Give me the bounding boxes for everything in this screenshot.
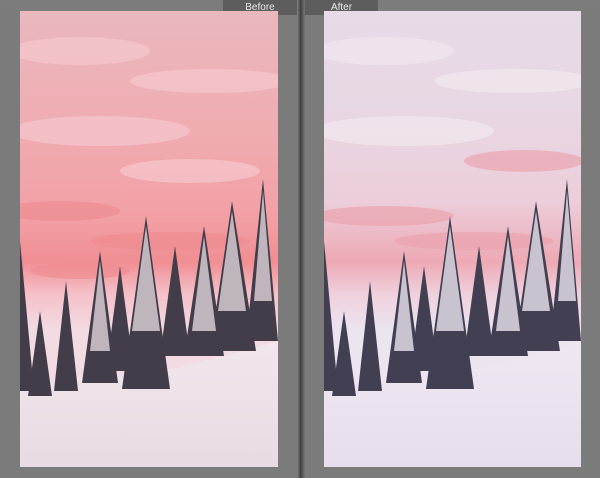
after-photo[interactable] <box>324 11 581 467</box>
before-photo[interactable] <box>20 11 278 467</box>
before-photo-image <box>20 11 278 467</box>
compare-view: Before After <box>0 0 600 478</box>
after-photo-image <box>324 11 581 467</box>
split-divider[interactable] <box>298 0 305 478</box>
